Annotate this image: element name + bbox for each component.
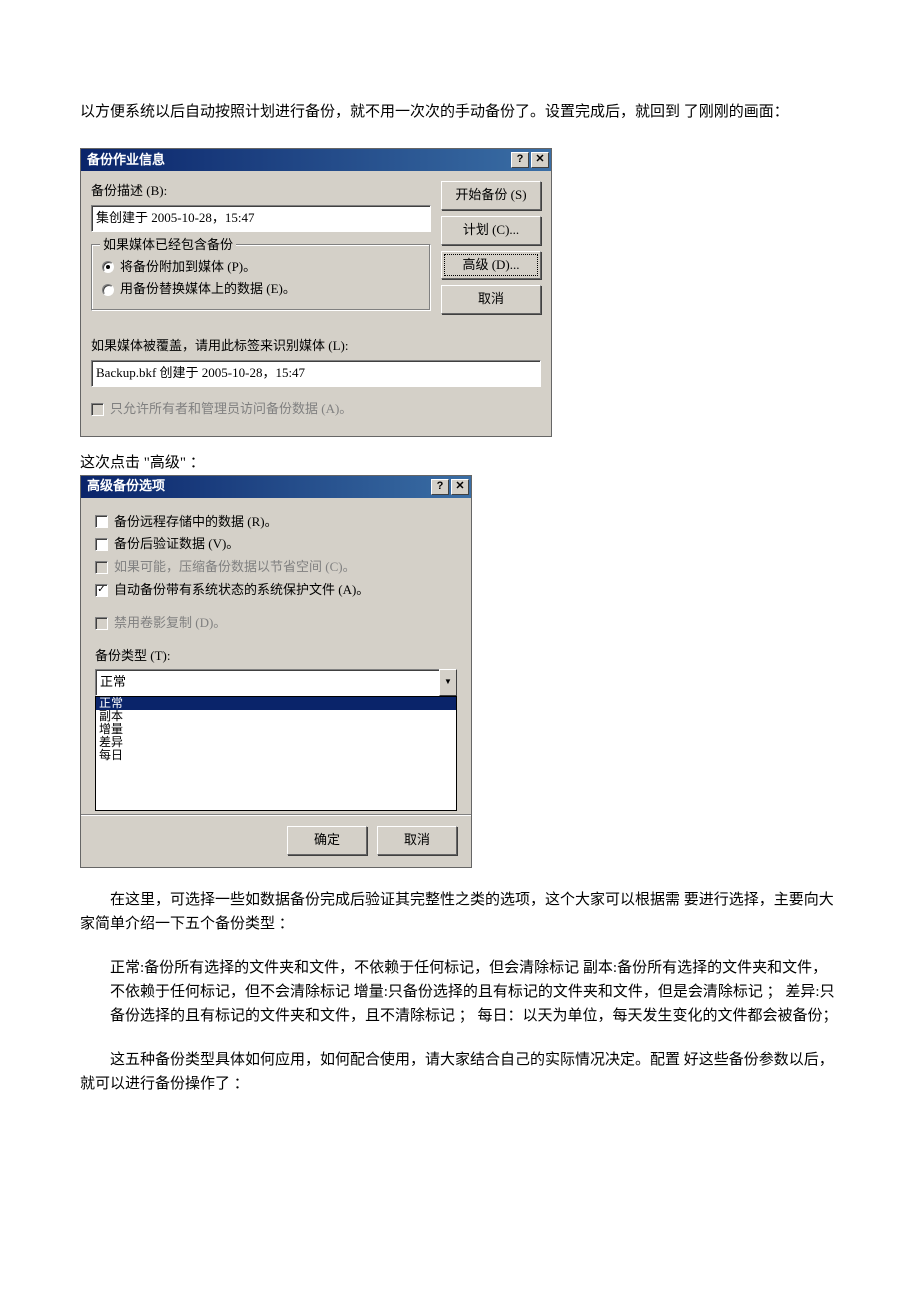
chk-sysprotect[interactable]: ✓ 自动备份带有系统状态的系统保护文件 (A)。 xyxy=(95,580,457,601)
advanced-button[interactable]: 高级 (D)... xyxy=(441,251,541,280)
chk-compress: 如果可能，压缩备份数据以节省空间 (C)。 xyxy=(95,557,457,578)
allow-only-label: 只允许所有者和管理员访问备份数据 (A)。 xyxy=(110,399,352,420)
group-title: 如果媒体已经包含备份 xyxy=(100,235,236,256)
ok-button[interactable]: 确定 xyxy=(287,826,367,855)
list-item[interactable]: 每日 xyxy=(96,749,456,762)
dropdown-value: 正常 xyxy=(95,669,439,696)
para1: 在这里，可选择一些如数据备份完成后验证其完整性之类的选项，这个大家可以根据需 要… xyxy=(80,888,840,936)
chevron-down-icon[interactable]: ▼ xyxy=(439,669,457,696)
override-label: 如果媒体被覆盖，请用此标签来识别媒体 (L): xyxy=(91,336,541,357)
radio-icon xyxy=(102,261,114,273)
chk-remote[interactable]: 备份远程存储中的数据 (R)。 xyxy=(95,512,457,533)
backup-job-info-dialog: 备份作业信息 ? ✕ 备份描述 (B): 集创建于 2005-10-28，15:… xyxy=(80,148,552,437)
start-backup-button[interactable]: 开始备份 (S) xyxy=(441,181,541,210)
checkbox-icon xyxy=(91,403,104,416)
list-item[interactable]: 正常 xyxy=(96,697,456,710)
help-icon[interactable]: ? xyxy=(431,479,449,495)
help-icon[interactable]: ? xyxy=(511,152,529,168)
backup-type-list: 正常 副本 增量 差异 每日 xyxy=(95,696,457,811)
schedule-button[interactable]: 计划 (C)... xyxy=(441,216,541,245)
backup-type-label: 备份类型 (T): xyxy=(95,646,457,667)
checkbox-icon xyxy=(95,617,108,630)
list-item[interactable]: 增量 xyxy=(96,723,456,736)
checkbox-icon xyxy=(95,561,108,574)
chk-vss: 禁用卷影复制 (D)。 xyxy=(95,613,457,634)
mid-text: 这次点击 "高级" ： xyxy=(80,451,840,475)
chk-remote-label: 备份远程存储中的数据 (R)。 xyxy=(114,512,278,533)
dialog2-title: 高级备份选项 xyxy=(87,476,429,497)
chk-sysprotect-label: 自动备份带有系统状态的系统保护文件 (A)。 xyxy=(114,580,369,601)
backup-type-dropdown[interactable]: 正常 ▼ xyxy=(95,669,457,696)
close-icon[interactable]: ✕ xyxy=(451,479,469,495)
allow-only-check: 只允许所有者和管理员访问备份数据 (A)。 xyxy=(91,399,541,420)
cancel-button[interactable]: 取消 xyxy=(377,826,457,855)
radio-replace-label: 用备份替换媒体上的数据 (E)。 xyxy=(120,279,296,300)
desc-input[interactable]: 集创建于 2005-10-28，15:47 xyxy=(91,205,431,232)
dialog1-title: 备份作业信息 xyxy=(87,150,509,171)
checkbox-icon xyxy=(95,515,108,528)
dialog1-titlebar: 备份作业信息 ? ✕ xyxy=(81,149,551,171)
chk-verify[interactable]: 备份后验证数据 (V)。 xyxy=(95,534,457,555)
override-input[interactable]: Backup.bkf 创建于 2005-10-28，15:47 xyxy=(91,360,541,387)
chk-verify-label: 备份后验证数据 (V)。 xyxy=(114,534,239,555)
list-item[interactable]: 差异 xyxy=(96,736,456,749)
advanced-backup-options-dialog: 高级备份选项 ? ✕ 备份远程存储中的数据 (R)。 备份后验证数据 (V)。 … xyxy=(80,475,472,868)
chk-vss-label: 禁用卷影复制 (D)。 xyxy=(114,613,226,634)
radio-append-label: 将备份附加到媒体 (P)。 xyxy=(120,257,256,278)
close-icon[interactable]: ✕ xyxy=(531,152,549,168)
chk-compress-label: 如果可能，压缩备份数据以节省空间 (C)。 xyxy=(114,557,356,578)
dialog2-titlebar: 高级备份选项 ? ✕ xyxy=(81,476,471,498)
checkbox-icon xyxy=(95,538,108,551)
cancel-button[interactable]: 取消 xyxy=(441,285,541,314)
desc-label: 备份描述 (B): xyxy=(91,181,431,202)
para2: 正常:备份所有选择的文件夹和文件，不依赖于任何标记，但会清除标记 副本:备份所有… xyxy=(80,956,840,1028)
media-contains-group: 如果媒体已经包含备份 将备份附加到媒体 (P)。 用备份替换媒体上的数据 (E)… xyxy=(91,244,431,312)
intro-paragraph: 以方便系统以后自动按照计划进行备份，就不用一次次的手动备份了。设置完成后，就回到… xyxy=(80,100,840,124)
list-item[interactable]: 副本 xyxy=(96,710,456,723)
checkbox-icon: ✓ xyxy=(95,584,108,597)
para3: 这五种备份类型具体如何应用，如何配合使用，请大家结合自己的实际情况决定。配置 好… xyxy=(80,1048,840,1096)
radio-icon xyxy=(102,284,114,296)
radio-replace[interactable]: 用备份替换媒体上的数据 (E)。 xyxy=(102,279,420,300)
radio-append[interactable]: 将备份附加到媒体 (P)。 xyxy=(102,257,420,278)
